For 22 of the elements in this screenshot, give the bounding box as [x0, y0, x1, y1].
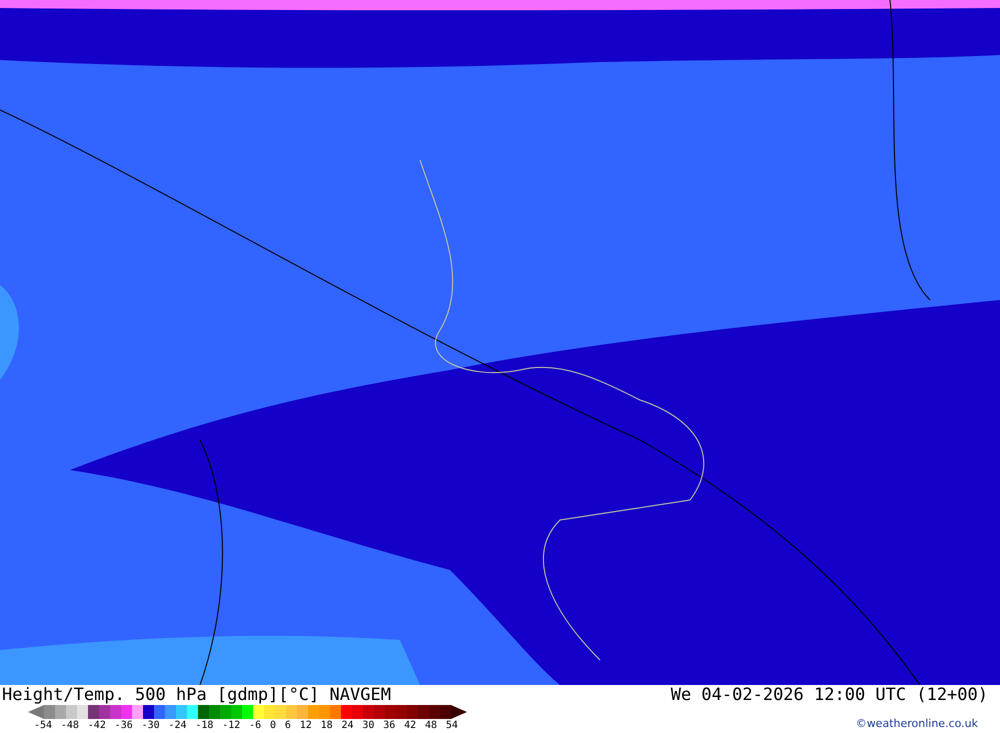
scale-tick-label: -24 — [168, 720, 187, 732]
copyright-link[interactable]: ©weatheronline.co.uk — [856, 717, 978, 731]
scale-tick-label: -36 — [114, 720, 133, 732]
scale-tick-label: -54 — [34, 720, 52, 732]
scale-tick-label: 42 — [404, 720, 416, 732]
scale-tick-label: -48 — [60, 720, 79, 732]
scale-tick-label: 6 — [284, 720, 291, 732]
scale-tick-label: 30 — [362, 720, 374, 732]
scale-tick-label: 36 — [383, 720, 396, 732]
map-title: Height/Temp. 500 hPa [gdmp][°C] NAVGEM — [2, 685, 391, 705]
scale-tick-label: -18 — [195, 720, 214, 732]
scale-tick-label: 12 — [300, 720, 312, 732]
scale-tick-label: -42 — [88, 720, 106, 732]
scale-tick-label: -12 — [222, 720, 240, 732]
scale-tick-label: 48 — [424, 720, 438, 732]
valid-time: We 04-02-2026 12:00 UTC (12+00) — [670, 685, 988, 705]
scale-tick-label: -30 — [142, 720, 160, 732]
scale-tick-label: 18 — [320, 720, 333, 732]
scale-tick-label: -6 — [249, 720, 262, 732]
scale-tick-label: 54 — [446, 720, 458, 732]
scale-tick-label: 24 — [341, 720, 354, 732]
scale-tick-label: 0 — [270, 720, 276, 732]
